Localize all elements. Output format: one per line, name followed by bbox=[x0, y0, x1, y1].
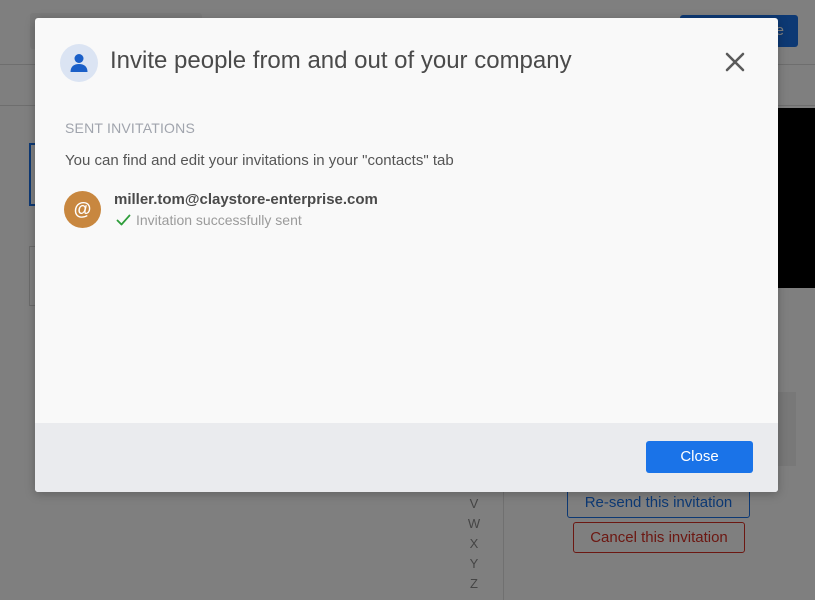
modal-title: Invite people from and out of your compa… bbox=[110, 47, 572, 74]
modal-header: Invite people from and out of your compa… bbox=[35, 18, 778, 106]
invitation-status: Invitation successfully sent bbox=[116, 212, 302, 228]
invite-modal: Invite people from and out of your compa… bbox=[35, 18, 778, 492]
invitation-item: @ miller.tom@claystore-enterprise.com In… bbox=[64, 190, 464, 230]
check-icon bbox=[116, 214, 131, 226]
section-label: SENT INVITATIONS bbox=[65, 120, 195, 136]
close-icon[interactable] bbox=[720, 47, 750, 77]
invitation-email: miller.tom@claystore-enterprise.com bbox=[114, 191, 378, 208]
modal-footer: Close bbox=[35, 423, 778, 492]
user-icon bbox=[60, 44, 98, 82]
info-text: You can find and edit your invitations i… bbox=[65, 152, 454, 169]
at-sign-icon: @ bbox=[64, 191, 101, 228]
close-button[interactable]: Close bbox=[646, 441, 753, 473]
invitation-status-text: Invitation successfully sent bbox=[136, 212, 302, 228]
